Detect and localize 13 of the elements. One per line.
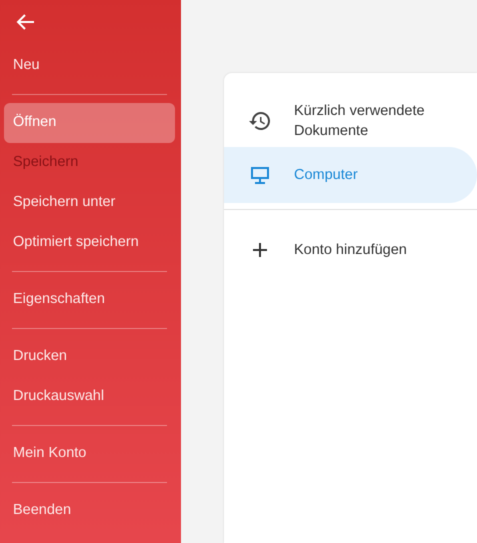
location-item[interactable]: Computer (224, 147, 477, 203)
menu-item[interactable]: Mein Konto (4, 434, 175, 474)
menu-item[interactable]: Druckauswahl (4, 377, 175, 417)
add-account-button[interactable]: Konto hinzufügen (224, 224, 477, 276)
menu-item[interactable]: Öffnen (4, 103, 175, 143)
menu-item[interactable]: Speichern unter (4, 183, 175, 223)
menu-item[interactable]: Beenden (4, 491, 175, 531)
menu-item[interactable]: Optimiert speichern (4, 223, 175, 263)
menu-item[interactable]: Drucken (4, 337, 175, 377)
menu-item[interactable]: Eigenschaften (4, 280, 175, 320)
history-icon (248, 109, 272, 133)
menu-item[interactable]: Neu (4, 46, 175, 86)
location-item[interactable]: Kürzlich verwendete Dokumente (224, 95, 477, 147)
